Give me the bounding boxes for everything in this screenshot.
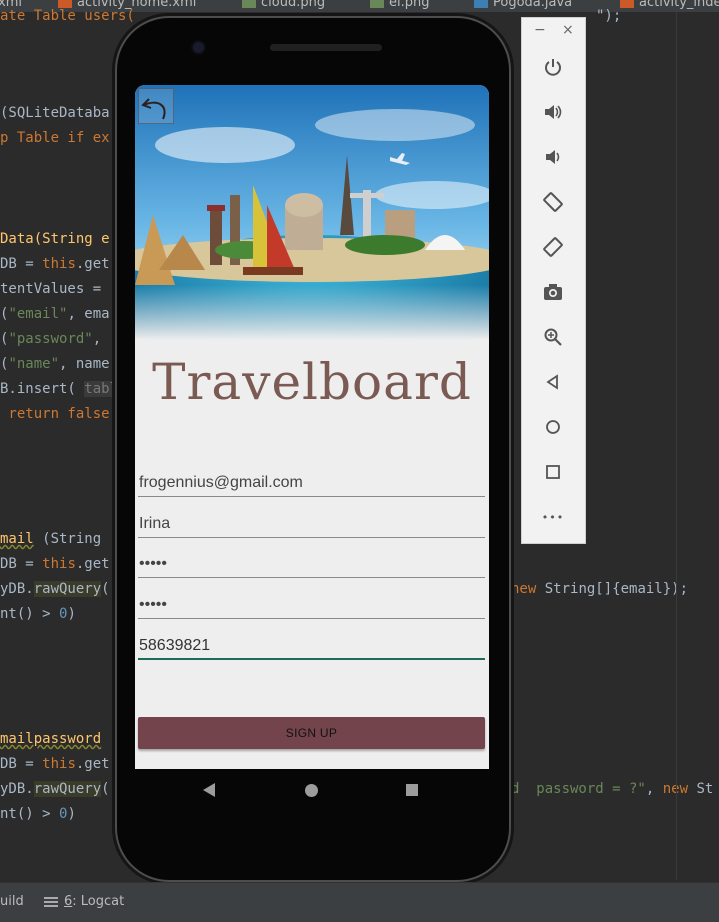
code-line: new String[]{email});	[511, 581, 689, 597]
undo-arrow-icon	[141, 98, 166, 120]
app-logo-title: Travelboard	[152, 353, 472, 411]
earpiece-speaker	[270, 44, 382, 51]
email-field[interactable]: frogennius@gmail.com	[138, 471, 485, 497]
code-line: nt() > 0)	[0, 806, 76, 822]
code-line: DB = this.get	[0, 556, 110, 572]
code-line: nt() > 0)	[0, 606, 76, 622]
code-line: DB = this.get	[0, 756, 110, 772]
travel-banner-image	[135, 85, 489, 340]
nav-home-icon[interactable]	[305, 784, 318, 797]
back-button[interactable]	[138, 88, 174, 124]
password-field[interactable]: •••••	[138, 552, 485, 578]
nav-recents-icon[interactable]	[406, 784, 418, 796]
volume-down-icon[interactable]	[542, 146, 564, 168]
code-line: ate Table users(	[0, 8, 135, 24]
app-screen: Travelboard frogennius@gmail.com Irina •…	[135, 85, 489, 769]
code-line: p Table if ex	[0, 130, 110, 146]
build-tool-tab[interactable]: uild	[0, 894, 24, 909]
code-line: tentValues =	[0, 281, 110, 297]
logcat-icon	[44, 896, 58, 907]
camera-screenshot-icon[interactable]	[542, 281, 564, 303]
code-line: mailpassword	[0, 731, 102, 747]
code-line: return false	[0, 406, 110, 422]
code-line: d password = ?", new St	[511, 781, 714, 797]
code-line: ("email", ema	[0, 306, 110, 322]
overview-square-icon[interactable]	[542, 461, 564, 483]
close-button[interactable]: ×	[562, 22, 574, 38]
emulator-phone: Travelboard frogennius@gmail.com Irina •…	[117, 18, 509, 880]
code-line: yDB.rawQuery(	[0, 781, 110, 797]
sign-up-button[interactable]: SIGN UP	[138, 717, 485, 749]
ide-bottom-toolbar: uild 6: Logcat	[0, 882, 719, 922]
front-camera	[193, 42, 204, 53]
right-margin-guide	[676, 12, 677, 880]
home-circle-icon[interactable]	[542, 416, 564, 438]
back-triangle-icon[interactable]	[542, 371, 564, 393]
volume-up-icon[interactable]	[542, 101, 564, 123]
code-line: yDB.rawQuery(	[0, 581, 110, 597]
more-options-icon[interactable]: •••	[542, 506, 564, 528]
minimize-button[interactable]: −	[534, 22, 546, 38]
logcat-tool-tab[interactable]: 6: Logcat	[44, 894, 124, 909]
confirm-password-field[interactable]: •••••	[138, 593, 485, 619]
android-nav-bar	[135, 769, 489, 813]
nav-back-icon[interactable]	[203, 783, 215, 797]
phone-field[interactable]: 58639821	[138, 634, 485, 660]
name-field[interactable]: Irina	[138, 512, 485, 538]
code-line: Data(String e	[0, 231, 110, 247]
code-line: ("name", name	[0, 356, 110, 372]
emulator-control-panel: − × •••	[521, 17, 586, 544]
code-line: (SQLiteDataba	[0, 105, 110, 121]
zoom-icon[interactable]	[542, 326, 564, 348]
code-line: ");	[596, 8, 622, 24]
rotate-right-icon[interactable]	[542, 236, 564, 258]
power-icon[interactable]	[542, 56, 564, 78]
code-line: mail (String	[0, 531, 102, 547]
code-line: DB = this.get	[0, 256, 110, 272]
rotate-left-icon[interactable]	[542, 191, 564, 213]
code-line: ("password",	[0, 331, 102, 347]
code-line: B.insert( tabl	[0, 381, 119, 397]
